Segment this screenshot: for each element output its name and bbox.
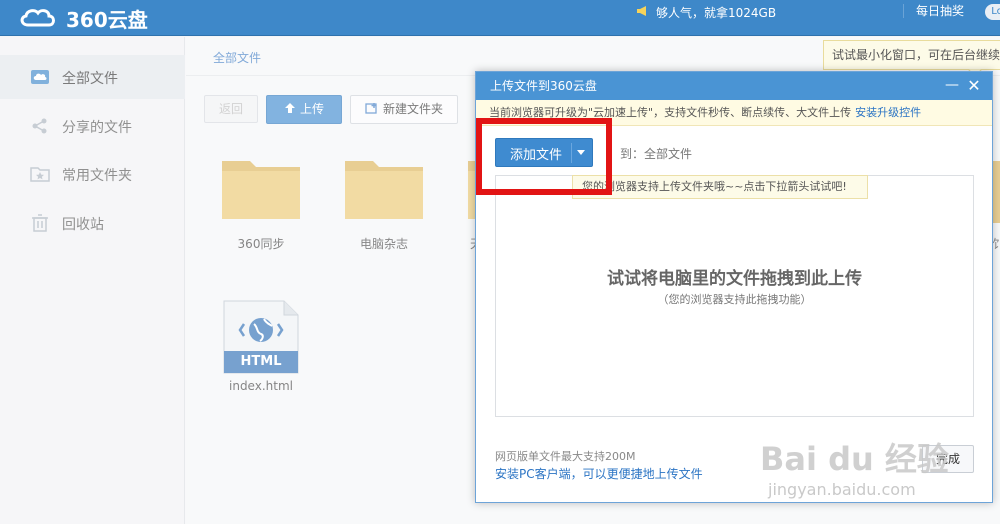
divider [903, 4, 904, 18]
minimize-tip: 试试最小化窗口，可在后台继续上 [823, 40, 1000, 70]
top-bar: 360云盘 够人气，就拿1024GB 每日抽奖 Lo [0, 0, 1000, 36]
dialog-title: 上传文件到360云盘 [490, 79, 597, 93]
logo[interactable]: 360云盘 [18, 5, 148, 32]
logo-text: 360云盘 [66, 7, 148, 32]
folder-upload-tip: 您的浏览器支持上传文件夹哦~~点击下拉箭头试试吧! [572, 175, 868, 199]
avatar[interactable]: Lo [985, 4, 1000, 20]
promo-banner[interactable]: 够人气，就拿1024GB [636, 4, 776, 20]
install-pc-client-link[interactable]: 安装PC客户端，可以更便捷地上传文件 [495, 465, 703, 482]
promo-text: 够人气，就拿1024GB [656, 5, 777, 20]
highlight-box [476, 118, 612, 195]
watermark-url: jingyan.baidu.com [768, 480, 916, 499]
dropzone-title: 试试将电脑里的文件拖拽到此上传 [607, 269, 862, 289]
watermark: Bai du 经验 jingyan.baidu.com [760, 424, 995, 520]
install-plugin-link[interactable]: 安装升级控件 [855, 106, 921, 119]
size-limit-text: 网页版单文件最大支持200M [495, 450, 636, 463]
dialog-title-bar: 上传文件到360云盘 [476, 72, 992, 100]
drop-zone[interactable]: 试试将电脑里的文件拖拽到此上传 （您的浏览器支持此拖拽功能） [495, 175, 974, 417]
close-button[interactable]: ✕ [966, 72, 982, 100]
minimize-button[interactable]: — [944, 72, 960, 100]
watermark-brand: Bai du 经验 [760, 440, 949, 478]
destination-label: 到：全部文件 [620, 147, 693, 161]
daily-draw-link[interactable]: 每日抽奖 [905, 2, 975, 20]
dropzone-subtitle: （您的浏览器支持此拖拽功能） [657, 293, 812, 306]
cloud-logo-icon [20, 9, 55, 27]
megaphone-icon [636, 5, 650, 20]
